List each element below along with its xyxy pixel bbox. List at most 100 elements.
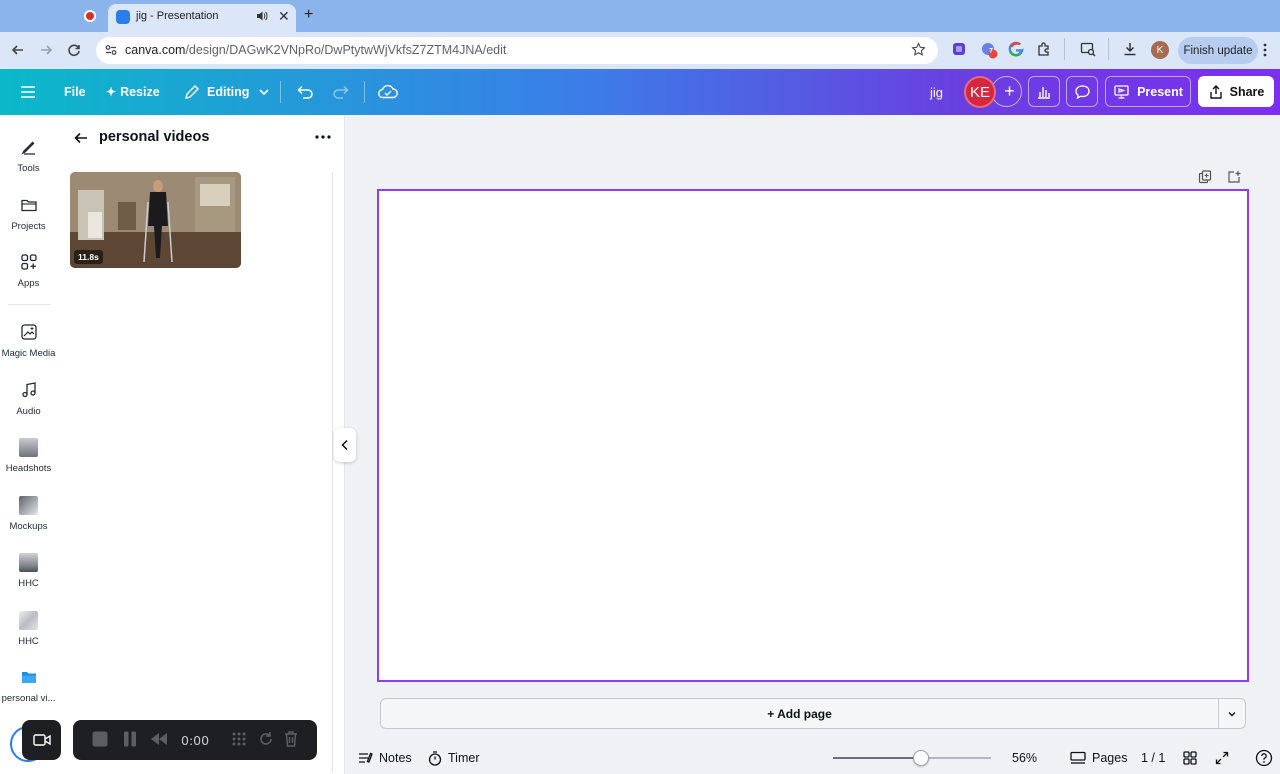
rail-item-audio[interactable]: Audio (0, 380, 57, 417)
add-page-bar: + Add page (380, 698, 1246, 729)
help-icon[interactable] (1255, 744, 1273, 772)
editing-mode-dropdown[interactable]: Editing (184, 69, 270, 115)
profile-avatar[interactable]: K (1151, 41, 1169, 59)
extensions-puzzle-icon[interactable] (1036, 41, 1052, 57)
toolbar-divider (1108, 38, 1109, 60)
rail-item-projects[interactable]: Projects (0, 195, 57, 232)
grid-dots-icon[interactable] (230, 730, 248, 748)
comment-icon (1074, 84, 1090, 99)
share-button[interactable]: Share (1198, 76, 1274, 107)
pause-icon[interactable] (122, 730, 138, 748)
zoom-slider-fill (833, 757, 921, 759)
notes-icon (359, 752, 373, 763)
cloud-saved-icon[interactable] (378, 69, 398, 115)
pages-button[interactable]: Pages (1070, 744, 1127, 772)
trash-icon[interactable] (283, 730, 299, 748)
duplicate-page-icon[interactable] (1198, 170, 1212, 184)
finish-update-button[interactable]: Finish update (1178, 37, 1258, 64)
rail-item-tools[interactable]: Tools (0, 137, 57, 174)
bar-chart-icon (1038, 86, 1050, 99)
timer-button[interactable]: Timer (428, 744, 479, 772)
stop-recording-icon[interactable] (91, 730, 109, 748)
slide-canvas[interactable] (377, 189, 1249, 682)
rail-item-personal-videos[interactable]: personal vi... (0, 667, 57, 704)
editor-toolbar: File ✦ Resize Editing jig + KE Present S… (0, 69, 1280, 115)
chevron-down-icon (259, 89, 269, 96)
add-page-button[interactable]: + Add page (381, 699, 1219, 728)
chevron-left-icon (341, 439, 348, 451)
back-arrow-icon[interactable] (10, 42, 26, 58)
extension-purple-icon[interactable] (951, 41, 967, 57)
timer-icon (428, 750, 442, 766)
speaker-icon[interactable] (256, 10, 268, 22)
rail-divider (8, 304, 50, 305)
magic-media-icon (19, 322, 39, 342)
toolbar-divider (280, 69, 281, 115)
address-bar[interactable]: canva.com/design/DAGwK2VNpRo/DwPtytwWjVk… (96, 37, 938, 64)
tab-title: jig - Presentation (136, 10, 219, 22)
present-button[interactable]: Present (1105, 76, 1191, 107)
browser-menu-icon[interactable] (1262, 42, 1268, 58)
new-tab-icon[interactable]: + (304, 6, 313, 24)
panel-scrollbar[interactable] (332, 172, 333, 772)
rail-label-hhc-2: HHC (18, 636, 39, 647)
comments-button[interactable] (1066, 76, 1098, 107)
extension-badge-count: 7 (989, 48, 993, 55)
pencil-icon (185, 85, 199, 99)
undo-icon[interactable] (296, 69, 314, 115)
camera-toggle-button[interactable] (22, 720, 61, 760)
notes-button[interactable]: Notes (358, 744, 412, 772)
google-icon[interactable] (1008, 41, 1024, 57)
add-page-dropdown[interactable] (1218, 699, 1245, 728)
rail-item-apps[interactable]: Apps (0, 252, 57, 289)
browser-tab-active[interactable]: jig - Presentation ✕ (108, 4, 296, 32)
forward-arrow-icon[interactable] (38, 42, 54, 58)
rail-label-tools: Tools (17, 163, 40, 174)
hhc-thumbnail (19, 552, 39, 572)
rail-item-hhc-1[interactable]: HHC (0, 552, 57, 589)
video-camera-icon (32, 734, 51, 746)
present-icon (1114, 84, 1129, 99)
recording-elapsed-time: 0:00 (181, 733, 210, 748)
tab-close-icon[interactable]: ✕ (278, 8, 290, 25)
download-icon[interactable] (1122, 41, 1138, 57)
rail-item-hhc-2[interactable]: HHC (0, 610, 57, 647)
mockups-thumbnail (19, 495, 39, 515)
zoom-slider-handle[interactable] (913, 750, 929, 766)
recording-indicator-icon (84, 10, 96, 22)
tab-search-icon[interactable] (1080, 41, 1096, 57)
add-page-icon[interactable] (1227, 170, 1241, 184)
rewind-icon[interactable] (149, 730, 169, 748)
fullscreen-icon[interactable] (1215, 744, 1229, 772)
notes-label: Notes (379, 751, 412, 765)
present-label: Present (1137, 84, 1183, 99)
rail-item-headshots[interactable]: Headshots (0, 437, 57, 474)
grid-view-icon[interactable] (1183, 744, 1197, 772)
resize-button[interactable]: ✦ Resize (106, 69, 160, 115)
file-menu-button[interactable]: File (64, 69, 86, 115)
main-menu-icon[interactable] (20, 69, 36, 115)
zoom-percent[interactable]: 56% (1012, 744, 1037, 772)
bookmark-star-icon[interactable] (911, 42, 926, 57)
more-options-icon[interactable] (315, 135, 331, 139)
rail-label-apps: Apps (17, 278, 40, 289)
video-thumbnail[interactable]: 11.8s (70, 172, 241, 268)
reload-icon[interactable] (66, 42, 82, 58)
redo-icon[interactable] (332, 69, 350, 115)
blue-folder-icon (19, 667, 39, 687)
user-avatar[interactable]: KE (964, 76, 996, 108)
extension-badge-icon[interactable]: 7 (980, 41, 998, 59)
personal-videos-panel: personal videos 11.8s (57, 115, 345, 774)
rail-item-mockups[interactable]: Mockups (0, 495, 57, 532)
back-arrow-icon[interactable] (73, 130, 89, 146)
panel-title: personal videos (99, 129, 210, 145)
collapse-panel-button[interactable] (334, 428, 356, 462)
rail-label-mockups: Mockups (9, 521, 48, 532)
site-info-icon[interactable] (104, 43, 118, 57)
rail-item-magic-media[interactable]: Magic Media (0, 322, 57, 359)
zoom-slider-track[interactable] (833, 757, 991, 759)
editing-label: Editing (207, 85, 250, 99)
restart-icon[interactable] (257, 730, 275, 748)
insights-button[interactable] (1028, 76, 1060, 107)
design-title[interactable]: jig (930, 69, 943, 115)
